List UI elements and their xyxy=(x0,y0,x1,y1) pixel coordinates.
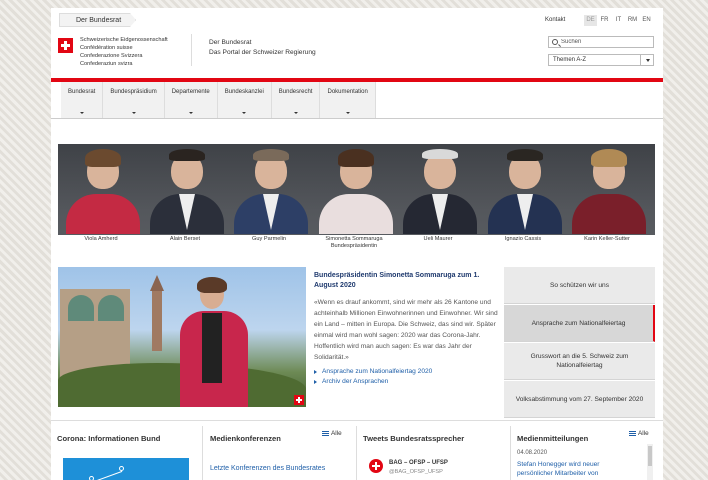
search-icon[interactable] xyxy=(552,39,558,45)
browser-page: Der Bundesrat Kontakt DE FR IT RM EN Sch… xyxy=(51,8,663,480)
caret-down-icon xyxy=(293,112,298,114)
caret-down-icon xyxy=(242,112,247,114)
top-bar: Der Bundesrat Kontakt DE FR IT RM EN xyxy=(51,8,663,32)
member-name[interactable]: Ueli Maurer xyxy=(395,236,481,243)
caret-down-icon xyxy=(131,112,136,114)
member-photo-amherd[interactable] xyxy=(60,144,146,234)
corona-section-title: Corona: Informationen Bund xyxy=(57,434,161,443)
confederation-name: Schweizerische Eidgenossenschaft Confédé… xyxy=(80,37,168,67)
feature-links: Ansprache zum Nationalfeiertag 2020 Arch… xyxy=(314,367,499,387)
chevron-down-icon xyxy=(646,59,650,62)
portal-title: Der Bundesrat Das Portal der Schweizer R… xyxy=(209,39,316,56)
swiss-flag-icon xyxy=(58,38,73,53)
tweets-title: Tweets Bundesratssprecher xyxy=(363,434,465,443)
tweet-author[interactable]: BAG – OFSP – UFSP xyxy=(389,460,448,466)
council-names: Viola Amherd Alain Berset Guy Parmelin S… xyxy=(58,235,655,257)
all-press-releases-link[interactable]: Alle xyxy=(629,430,649,437)
member-photo-parmelin[interactable] xyxy=(228,144,314,234)
lang-it[interactable]: IT xyxy=(612,15,625,26)
panel-volksabstimmung[interactable]: Volksabstimmung vom 27. September 2020 xyxy=(504,381,655,418)
speech-video[interactable] xyxy=(58,267,306,407)
feature-article: Bundespräsidentin Simonetta Sommaruga zu… xyxy=(314,271,499,387)
member-name[interactable]: Alain Berset xyxy=(142,236,228,243)
swiss-flag-icon xyxy=(294,395,304,405)
section-divider xyxy=(51,420,663,421)
search-box xyxy=(548,36,654,48)
language-switcher: DE FR IT RM EN xyxy=(584,15,653,26)
member-name[interactable]: Simonetta Sommaruga Bundespräsidentin xyxy=(311,236,397,250)
press-releases-title: Medienmitteilungen xyxy=(517,434,589,443)
press-release-date: 04.08.2020 xyxy=(517,450,548,456)
nav-divider xyxy=(51,118,663,119)
contact-link[interactable]: Kontakt xyxy=(545,17,565,23)
tweet-handle[interactable]: @BAG_OFSP_UFSP xyxy=(389,469,443,475)
press-release-link[interactable]: Stefan Honegger wird neuer persönlicher … xyxy=(517,460,637,478)
corona-info-banner[interactable] xyxy=(63,458,189,480)
lang-de[interactable]: DE xyxy=(584,15,597,26)
list-icon xyxy=(322,430,329,436)
latest-conferences-link[interactable]: Letzte Konferenzen des Bundesrates xyxy=(210,464,325,474)
member-photo-sommaruga[interactable] xyxy=(313,144,399,234)
search-input[interactable] xyxy=(561,37,651,47)
nav-item-departemente[interactable]: Departemente xyxy=(164,82,218,118)
link-ansprache[interactable]: Ansprache zum Nationalfeiertag 2020 xyxy=(314,367,499,377)
speaker-image xyxy=(176,277,252,407)
breadcrumb[interactable]: Der Bundesrat xyxy=(59,13,137,27)
list-icon xyxy=(629,430,636,436)
lang-rm[interactable]: RM xyxy=(626,15,639,26)
member-photo-keller-sutter[interactable] xyxy=(566,144,652,234)
teaser-panels: So schützen wir uns Ansprache zum Nation… xyxy=(504,267,655,418)
panel-so-schuetzen[interactable]: So schützen wir uns xyxy=(504,267,655,304)
press-releases-scrollbar[interactable] xyxy=(647,444,653,480)
link-archiv[interactable]: Archiv der Ansprachen xyxy=(314,377,499,387)
caret-down-icon xyxy=(79,112,84,114)
nav-item-bundesrat[interactable]: Bundesrat xyxy=(61,82,104,118)
caret-down-icon xyxy=(345,112,350,114)
nav-item-bundeskanzlei[interactable]: Bundeskanzlei xyxy=(217,82,272,118)
all-conferences-link[interactable]: Alle xyxy=(322,430,342,437)
nav-item-dokumentation[interactable]: Dokumentation xyxy=(320,82,376,118)
member-photo-maurer[interactable] xyxy=(397,144,483,234)
panel-ansprache[interactable]: Ansprache zum Nationalfeiertag xyxy=(504,305,655,342)
topics-select[interactable]: Themen A-Z xyxy=(548,54,654,66)
nav-item-bundesrecht[interactable]: Bundesrecht xyxy=(271,82,321,118)
header-divider xyxy=(191,34,192,66)
caret-down-icon xyxy=(188,112,193,114)
feature-title[interactable]: Bundespräsidentin Simonetta Sommaruga zu… xyxy=(314,271,499,291)
member-name[interactable]: Guy Parmelin xyxy=(226,236,312,243)
lang-fr[interactable]: FR xyxy=(598,15,611,26)
lang-en[interactable]: EN xyxy=(640,15,653,26)
panel-grusswort[interactable]: Grusswort an die 5. Schweiz zum National… xyxy=(504,343,655,380)
member-photo-berset[interactable] xyxy=(144,144,230,234)
member-name[interactable]: Viola Amherd xyxy=(58,236,144,243)
member-name[interactable]: Ignazio Cassis xyxy=(480,236,566,243)
member-name[interactable]: Karin Keller-Sutter xyxy=(564,236,650,243)
feature-text: «Wenn es drauf ankommt, sind wir mehr al… xyxy=(314,299,498,361)
tweet-avatar-icon[interactable] xyxy=(369,459,383,473)
member-photo-cassis[interactable] xyxy=(482,144,568,234)
media-conferences-title: Medienkonferenzen xyxy=(210,434,281,443)
main-navigation: Bundesrat Bundespräsidium Departemente B… xyxy=(61,82,376,118)
nav-item-bundespraesidium[interactable]: Bundespräsidium xyxy=(103,82,165,118)
site-header: Schweizerische Eidgenossenschaft Confédé… xyxy=(51,32,663,78)
